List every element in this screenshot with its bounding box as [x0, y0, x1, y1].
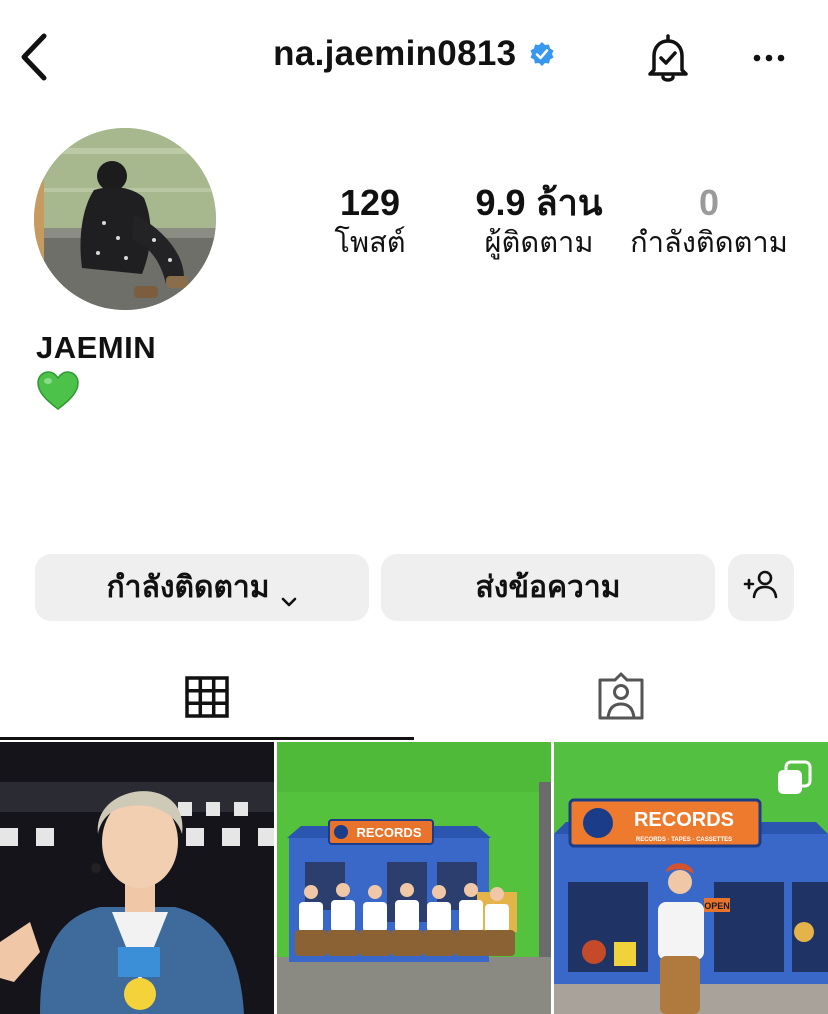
profile-name: JAEMIN: [36, 330, 157, 365]
stat-followers-count: 9.9 ล้าน: [475, 182, 603, 223]
post-sign-text: RECORDS: [356, 825, 421, 840]
green-heart-icon: [36, 370, 80, 412]
post-thumbnail[interactable]: RECORDS RECORDS · TAPES · CASSETTES OPEN: [554, 742, 828, 1014]
tab-tagged[interactable]: [414, 660, 828, 738]
post-sign-text: RECORDS: [634, 809, 734, 831]
message-button-label: ส่งข้อความ: [475, 571, 621, 604]
following-button-label: กำลังติดตาม: [106, 571, 270, 604]
following-button[interactable]: กำลังติดตาม: [35, 554, 369, 621]
multiple-photos-icon: [776, 760, 812, 796]
verified-badge-icon: [529, 41, 555, 67]
more-options-icon[interactable]: [742, 38, 796, 78]
post-thumbnail[interactable]: [0, 742, 274, 1014]
stat-posts[interactable]: 129 โพสต์: [315, 183, 425, 261]
post-grid: RECORDS RECORDS RECORDS · TAPES · CASSET…: [0, 742, 828, 1014]
message-button[interactable]: ส่งข้อความ: [381, 554, 715, 621]
stat-followers-label: ผู้ติดตาม: [484, 227, 594, 259]
top-bar: na.jaemin0813: [0, 0, 828, 118]
active-tab-indicator: [0, 737, 414, 740]
stat-posts-label: โพสต์: [334, 227, 406, 259]
stat-following-label: กำลังติดตาม: [630, 227, 788, 259]
add-user-icon: [743, 568, 779, 608]
post-sign-subtext: RECORDS · TAPES · CASSETTES: [636, 837, 732, 843]
chevron-down-icon: [280, 582, 298, 606]
post-door-sign: OPEN: [704, 901, 730, 911]
tagged-icon: [596, 672, 646, 727]
profile-handle: na.jaemin0813: [273, 34, 517, 73]
add-user-button[interactable]: [728, 554, 794, 621]
notification-bell-icon[interactable]: [640, 30, 696, 86]
stat-following[interactable]: 0 กำลังติดตาม: [626, 183, 792, 261]
profile-avatar[interactable]: [34, 128, 216, 310]
profile-tabs: [0, 660, 828, 740]
stat-followers[interactable]: 9.9 ล้าน ผู้ติดตาม: [462, 183, 616, 261]
stat-following-count: 0: [698, 182, 720, 223]
profile-handle-wrap: na.jaemin0813: [0, 34, 828, 74]
tab-grid[interactable]: [0, 660, 414, 738]
post-thumbnail[interactable]: RECORDS: [277, 742, 551, 1014]
stat-posts-count: 129: [339, 182, 401, 223]
grid-icon: [185, 675, 229, 723]
